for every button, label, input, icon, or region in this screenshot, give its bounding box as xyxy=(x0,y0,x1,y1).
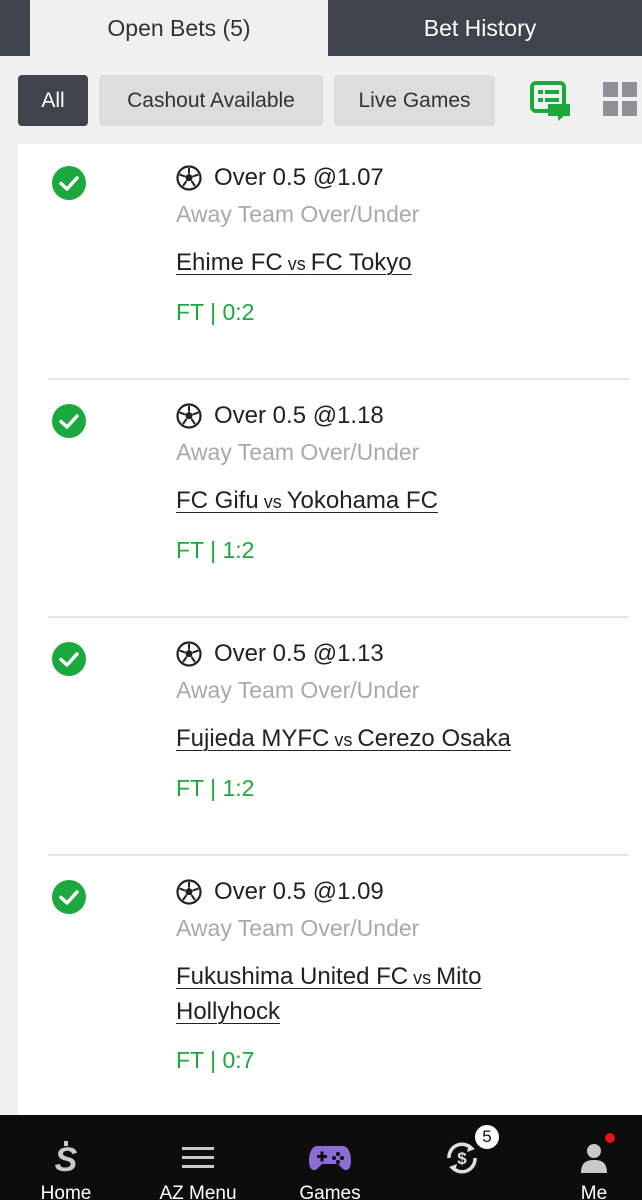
notification-dot xyxy=(605,1133,615,1143)
vs-label: vs xyxy=(263,492,282,512)
filter-live-games-button[interactable]: Live Games xyxy=(334,75,495,126)
market-name: Away Team Over/Under xyxy=(176,201,420,227)
market-name: Away Team Over/Under xyxy=(176,439,420,465)
nav-games-label: Games xyxy=(299,1183,361,1200)
filter-all-button[interactable]: All xyxy=(18,75,88,126)
my-bets-count-badge: 5 xyxy=(473,1123,501,1151)
selection-text: Over 0.5 @1.13 xyxy=(214,640,384,667)
menu-icon xyxy=(182,1147,214,1168)
match-link[interactable]: Fujieda MYFC vs Cerezo Osaka xyxy=(176,722,596,757)
check-circle-icon xyxy=(52,166,86,200)
user-icon xyxy=(581,1144,607,1173)
nav-home[interactable]: S Home xyxy=(2,1115,130,1200)
soccer-ball-icon xyxy=(176,165,202,191)
check-circle-icon xyxy=(52,880,86,914)
away-team: Cerezo Osaka xyxy=(357,725,511,752)
svg-text:$: $ xyxy=(457,1149,467,1168)
nav-me-label: Me xyxy=(580,1183,608,1200)
nav-az-menu[interactable]: AZ Menu xyxy=(134,1115,262,1200)
soccer-ball-icon xyxy=(176,879,202,905)
match-result: FT | 1:2 xyxy=(176,775,255,801)
vs-label: vs xyxy=(413,968,432,988)
match-link[interactable]: Ehime FC vs FC Tokyo xyxy=(176,246,596,281)
tab-open-bets[interactable]: Open Bets (5) xyxy=(30,0,328,56)
vs-label: vs xyxy=(334,730,353,750)
vs-label: vs xyxy=(287,254,306,274)
divider xyxy=(48,616,629,618)
match-link[interactable]: Fukushima United FC vs Mito Hollyhock xyxy=(176,960,536,1029)
svg-text:S: S xyxy=(55,1141,78,1175)
check-circle-icon xyxy=(52,642,86,676)
home-team: Fujieda MYFC xyxy=(176,725,330,752)
nav-me[interactable]: Me xyxy=(530,1115,642,1200)
filter-cashout-button[interactable]: Cashout Available xyxy=(99,75,323,126)
filter-live-games-label: Live Games xyxy=(358,88,471,112)
page: Open Bets (5) Bet History All Cashout Av… xyxy=(0,0,642,1200)
filter-bar: All Cashout Available Live Games xyxy=(0,56,642,144)
divider xyxy=(48,854,629,856)
match-result: FT | 1:2 xyxy=(176,537,255,563)
away-team: FC Tokyo xyxy=(310,249,412,276)
bottom-nav: S Home AZ Menu Games $ Me xyxy=(0,1115,642,1200)
market-name: Away Team Over/Under xyxy=(176,915,420,941)
home-team: Ehime FC xyxy=(176,249,283,276)
nav-my-bets[interactable]: $ xyxy=(398,1115,526,1200)
bet-slip-chat-icon[interactable] xyxy=(530,80,572,122)
match-link[interactable]: FC Gifu vs Yokohama FC xyxy=(176,484,596,519)
away-team: Yokohama FC xyxy=(286,487,438,514)
selection-row: Over 0.5 @1.09 xyxy=(176,878,384,906)
tab-bet-history[interactable]: Bet History xyxy=(330,0,630,56)
home-team: FC Gifu xyxy=(176,487,259,514)
filter-cashout-label: Cashout Available xyxy=(127,88,295,112)
selection-text: Over 0.5 @1.18 xyxy=(214,402,384,429)
tab-open-bets-label: Open Bets (5) xyxy=(107,14,251,41)
soccer-ball-icon xyxy=(176,403,202,429)
bets-tabbar: Open Bets (5) Bet History xyxy=(0,0,642,56)
market-name: Away Team Over/Under xyxy=(176,677,420,703)
selection-row: Over 0.5 @1.18 xyxy=(176,402,384,430)
nav-home-label: Home xyxy=(40,1183,92,1200)
selection-row: Over 0.5 @1.07 xyxy=(176,164,384,192)
gamepad-icon xyxy=(309,1146,351,1171)
selection-row: Over 0.5 @1.13 xyxy=(176,640,384,668)
grid-view-icon[interactable] xyxy=(603,82,637,116)
home-logo-icon: S xyxy=(55,1141,78,1175)
check-circle-icon xyxy=(52,404,86,438)
filter-all-label: All xyxy=(41,88,65,112)
soccer-ball-icon xyxy=(176,641,202,667)
divider xyxy=(48,378,629,380)
nav-az-menu-label: AZ Menu xyxy=(159,1183,237,1200)
bets-list: Over 0.5 @1.07 Away Team Over/Under Ehim… xyxy=(18,144,642,1115)
nav-games[interactable]: Games xyxy=(266,1115,394,1200)
selection-text: Over 0.5 @1.07 xyxy=(214,164,384,191)
selection-text: Over 0.5 @1.09 xyxy=(214,878,384,905)
home-team: Fukushima United FC xyxy=(176,963,409,990)
match-result: FT | 0:7 xyxy=(176,1047,255,1073)
tab-bet-history-label: Bet History xyxy=(423,14,537,41)
match-result: FT | 0:2 xyxy=(176,299,255,325)
